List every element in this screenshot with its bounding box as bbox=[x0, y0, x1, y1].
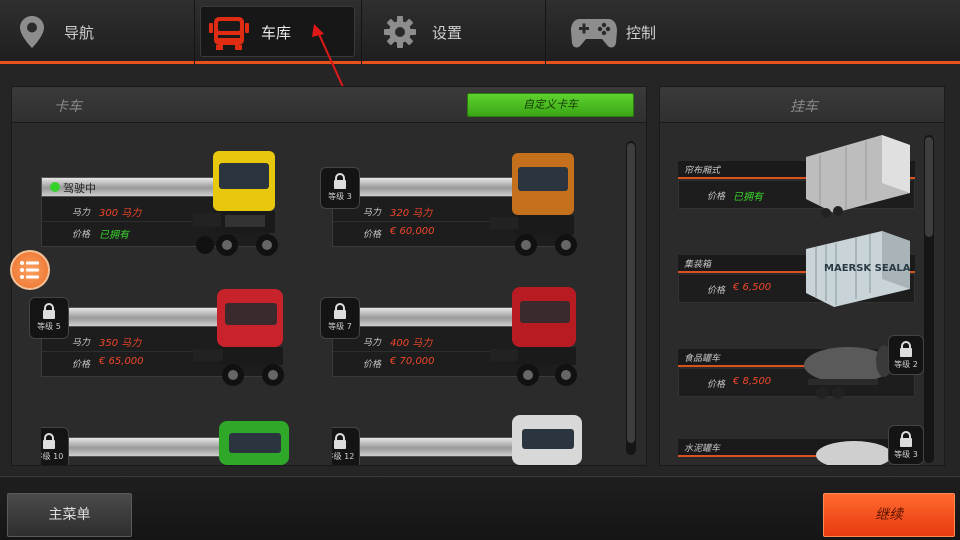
trucks-panel: 卡车 自定义卡车 驾驶中 马力 300 马力 价格已拥有 马力 320 马力 bbox=[11, 86, 647, 466]
tab-controls-label: 控制 bbox=[626, 23, 657, 42]
price-value: € 70,000 bbox=[390, 356, 435, 367]
trailers-scrollbar-thumb[interactable] bbox=[925, 137, 933, 237]
trailer-name: 食品罐车 bbox=[684, 354, 721, 364]
tab-navigation-label: 导航 bbox=[64, 23, 95, 42]
trailer-name: 集装箱 bbox=[684, 260, 712, 270]
level-requirement: 等级 2 bbox=[894, 360, 918, 369]
price-value: € 8,500 bbox=[733, 376, 772, 387]
lock-icon bbox=[334, 173, 346, 189]
trucks-panel-title: 卡车 bbox=[54, 99, 82, 115]
curtain-trailer-image bbox=[806, 135, 910, 218]
truck-status: 驾驶中 bbox=[63, 182, 96, 195]
main-menu-button[interactable]: 主菜单 bbox=[7, 493, 132, 537]
trucks-panel-header: 卡车 自定义卡车 bbox=[12, 87, 646, 123]
white-truck-image bbox=[512, 415, 582, 465]
lock-icon bbox=[334, 303, 346, 319]
trailer-name: 帘布厢式 bbox=[684, 166, 721, 176]
continue-button[interactable]: 继续 bbox=[823, 493, 955, 537]
price-value: € 6,500 bbox=[733, 282, 772, 293]
lock-icon bbox=[900, 431, 912, 447]
price-label: 价格 bbox=[362, 360, 381, 370]
trailer-card[interactable]: 水泥罐车 bbox=[678, 439, 915, 465]
price-value: 已拥有 bbox=[733, 192, 763, 203]
trailers-panel: 挂车 帘布厢式 价格 已拥有 集装箱 价格 € 6,500 MAERSK SEA… bbox=[659, 86, 945, 466]
container-logo-text: MAERSK SEALAND bbox=[824, 263, 910, 274]
dark-red-truck-image bbox=[490, 287, 577, 386]
price-value: € 65,000 bbox=[99, 356, 144, 367]
level-requirement: 等级 3 bbox=[894, 450, 918, 459]
orange-truck-image bbox=[490, 153, 577, 256]
trailer-card[interactable]: 食品罐车 价格 € 8,500 bbox=[678, 345, 915, 399]
custom-truck-button[interactable]: 自定义卡车 bbox=[467, 93, 634, 117]
red-truck-image bbox=[193, 289, 284, 386]
truck-card[interactable]: 马力 320 马力 价格 € 60,000 等级 3 bbox=[320, 141, 602, 257]
lock-icon bbox=[43, 303, 55, 319]
top-nav-bar: 导航 车库 设置 控制 bbox=[0, 0, 960, 64]
truck-lock-badge: 等级 10 bbox=[41, 427, 69, 465]
price-value: 已拥有 bbox=[99, 230, 129, 241]
lock-icon bbox=[334, 433, 346, 449]
trailer-lock-badge: 等级 2 bbox=[888, 335, 924, 375]
price-label: 价格 bbox=[707, 286, 726, 296]
green-truck-image bbox=[219, 421, 289, 465]
lock-icon bbox=[900, 341, 912, 357]
truck-card[interactable]: 等级 10 bbox=[41, 401, 311, 465]
price-label: 价格 bbox=[707, 380, 726, 390]
tab-settings[interactable]: 设置 bbox=[362, 0, 546, 64]
tab-controls[interactable]: 控制 bbox=[546, 0, 960, 64]
trucks-scrollbar[interactable] bbox=[626, 141, 636, 455]
hp-label: 马力 bbox=[71, 208, 90, 218]
trailer-card[interactable]: 集装箱 价格 € 6,500 MAERSK SEALAND bbox=[678, 231, 915, 307]
trailers-scrollbar[interactable] bbox=[924, 135, 934, 463]
truck-front-icon bbox=[205, 12, 253, 52]
trailers-panel-title: 挂车 bbox=[790, 99, 818, 115]
level-requirement: 等级 5 bbox=[37, 322, 61, 331]
tab-garage[interactable]: 车库 bbox=[195, 0, 362, 64]
price-label: 价格 bbox=[362, 230, 381, 240]
map-pin-icon bbox=[8, 12, 56, 52]
hp-value: 350 马力 bbox=[99, 338, 142, 349]
gamepad-icon bbox=[570, 12, 618, 52]
trucks-scrollbar-thumb[interactable] bbox=[627, 143, 635, 443]
hp-value: 400 马力 bbox=[390, 338, 433, 349]
truck-lock-badge: 等级 12 bbox=[332, 427, 360, 465]
level-requirement: 等级 7 bbox=[328, 322, 352, 331]
hp-value: 300 马力 bbox=[99, 208, 142, 219]
price-value: € 60,000 bbox=[390, 226, 435, 237]
tab-garage-label: 车库 bbox=[261, 23, 292, 42]
container-trailer-image: MAERSK SEALAND bbox=[806, 231, 910, 307]
yellow-truck-image bbox=[193, 151, 278, 256]
trailer-name: 水泥罐车 bbox=[684, 444, 721, 454]
level-requirement: 等级 10 bbox=[41, 452, 64, 461]
cement-tanker-trailer-image bbox=[816, 441, 892, 465]
list-menu-button[interactable] bbox=[10, 250, 50, 290]
tab-navigation[interactable]: 导航 bbox=[0, 0, 195, 64]
truck-card[interactable]: 马力 400 马力 价格 € 70,000 等级 7 bbox=[320, 271, 602, 387]
truck-lock-badge: 等级 7 bbox=[320, 297, 360, 339]
price-label: 价格 bbox=[707, 192, 726, 202]
truck-lock-badge: 等级 5 bbox=[29, 297, 69, 339]
lock-icon bbox=[43, 433, 55, 449]
level-requirement: 等级 3 bbox=[328, 192, 352, 201]
trailer-lock-badge: 等级 3 bbox=[888, 425, 924, 465]
truck-card[interactable]: 驾驶中 马力 300 马力 价格 已拥有 bbox=[41, 141, 311, 257]
bottom-bar: 主菜单 继续 bbox=[0, 476, 960, 540]
trailer-card[interactable]: 帘布厢式 价格 已拥有 bbox=[678, 135, 915, 218]
truck-card[interactable]: 马力 350 马力 价格 € 65,000 等级 5 bbox=[29, 271, 311, 387]
price-label: 价格 bbox=[71, 360, 90, 370]
hp-value: 320 马力 bbox=[390, 208, 433, 219]
truck-card[interactable]: 等级 12 bbox=[332, 401, 602, 465]
list-icon bbox=[20, 261, 39, 279]
price-label: 价格 bbox=[71, 230, 90, 240]
level-requirement: 等级 12 bbox=[332, 452, 355, 461]
food-tanker-trailer-image bbox=[804, 345, 892, 399]
gear-icon bbox=[376, 12, 424, 52]
driving-indicator-icon bbox=[50, 182, 60, 192]
truck-lock-badge: 等级 3 bbox=[320, 167, 360, 209]
trailers-panel-header: 挂车 bbox=[660, 87, 944, 123]
tab-settings-label: 设置 bbox=[432, 23, 463, 42]
